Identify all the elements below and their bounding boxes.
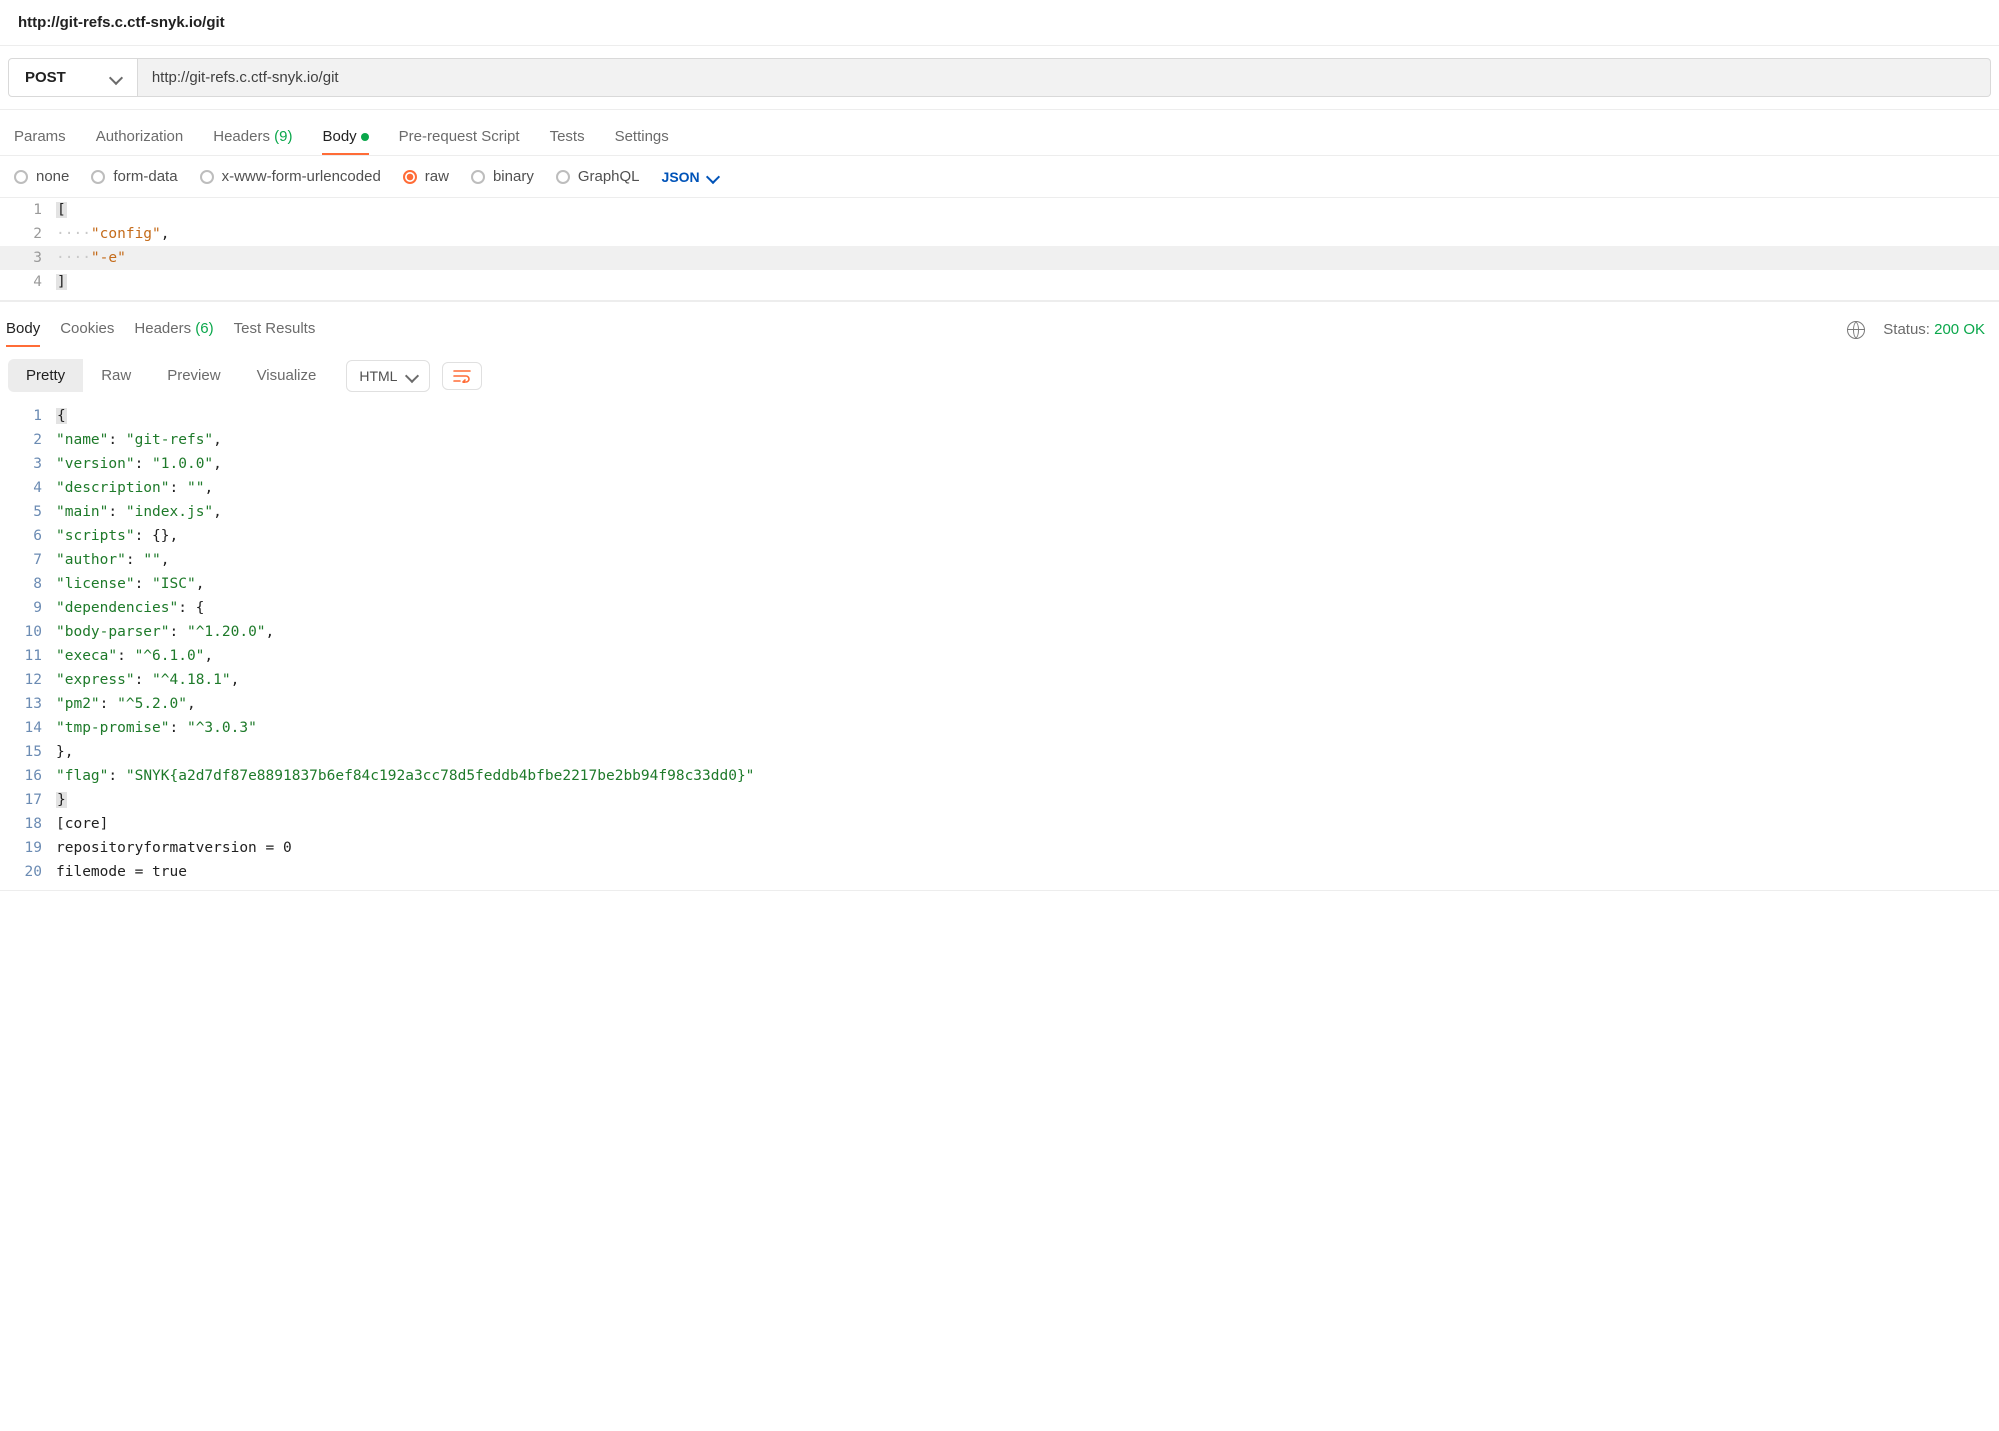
chevron-down-icon bbox=[706, 169, 720, 183]
bodytype-label: none bbox=[36, 168, 69, 185]
resp-headers-count: (6) bbox=[195, 320, 213, 337]
method-select[interactable]: POST bbox=[8, 58, 138, 97]
tab-headers-label: Headers bbox=[213, 128, 274, 145]
resp-tab-cookies[interactable]: Cookies bbox=[60, 312, 114, 347]
view-mode-segment: Pretty Raw Preview Visualize bbox=[8, 359, 334, 392]
body-type-row: none form-data x-www-form-urlencoded raw… bbox=[0, 156, 1999, 198]
radio-icon bbox=[403, 170, 417, 184]
tab-authorization[interactable]: Authorization bbox=[96, 120, 184, 155]
response-status: Status: 200 OK bbox=[1883, 321, 1985, 338]
response-meta: Status: 200 OK bbox=[1847, 321, 1985, 339]
bodytype-label: GraphQL bbox=[578, 168, 640, 185]
raw-language-select[interactable]: JSON bbox=[662, 169, 718, 185]
resp-tab-headers[interactable]: Headers (6) bbox=[134, 312, 213, 347]
resp-tab-test-results[interactable]: Test Results bbox=[234, 312, 316, 347]
radio-icon bbox=[91, 170, 105, 184]
body-dirty-indicator-icon bbox=[361, 133, 369, 141]
view-preview-button[interactable]: Preview bbox=[149, 359, 238, 392]
wrap-lines-button[interactable] bbox=[442, 362, 482, 390]
tab-body-label: Body bbox=[322, 128, 356, 145]
chevron-down-icon bbox=[405, 368, 419, 382]
view-visualize-button[interactable]: Visualize bbox=[239, 359, 335, 392]
bodytype-label: raw bbox=[425, 168, 449, 185]
bodytype-form-data[interactable]: form-data bbox=[91, 168, 177, 185]
bodytype-graphql[interactable]: GraphQL bbox=[556, 168, 640, 185]
status-label: Status: bbox=[1883, 321, 1934, 338]
chevron-down-icon bbox=[109, 70, 123, 84]
bodytype-binary[interactable]: binary bbox=[471, 168, 534, 185]
bodytype-label: x-www-form-urlencoded bbox=[222, 168, 381, 185]
response-tabs: Body Cookies Headers (6) Test Results bbox=[6, 312, 315, 347]
response-header: Body Cookies Headers (6) Test Results St… bbox=[0, 301, 1999, 347]
view-raw-button[interactable]: Raw bbox=[83, 359, 149, 392]
wrap-icon bbox=[453, 369, 471, 383]
bodytype-label: form-data bbox=[113, 168, 177, 185]
response-view-toolbar: Pretty Raw Preview Visualize HTML bbox=[0, 347, 1999, 404]
tab-body[interactable]: Body bbox=[322, 120, 368, 155]
response-body-viewer[interactable]: 1{2"name": "git-refs",3"version": "1.0.0… bbox=[0, 404, 1999, 891]
bodytype-x-www[interactable]: x-www-form-urlencoded bbox=[200, 168, 381, 185]
status-value: 200 OK bbox=[1934, 321, 1985, 338]
tab-headers-count: (9) bbox=[274, 128, 292, 145]
radio-icon bbox=[556, 170, 570, 184]
tab-params[interactable]: Params bbox=[14, 120, 66, 155]
method-label: POST bbox=[25, 69, 66, 86]
tab-settings[interactable]: Settings bbox=[615, 120, 669, 155]
tab-headers[interactable]: Headers (9) bbox=[213, 120, 292, 155]
bodytype-raw[interactable]: raw bbox=[403, 168, 449, 185]
url-input[interactable] bbox=[138, 58, 1991, 97]
resp-headers-label: Headers bbox=[134, 320, 195, 337]
resp-tab-body[interactable]: Body bbox=[6, 312, 40, 347]
radio-icon bbox=[471, 170, 485, 184]
radio-icon bbox=[14, 170, 28, 184]
response-format-select[interactable]: HTML bbox=[346, 360, 430, 392]
tab-tests[interactable]: Tests bbox=[550, 120, 585, 155]
bodytype-none[interactable]: none bbox=[14, 168, 69, 185]
request-body-editor[interactable]: 1[2····"config",3····"-e"4] bbox=[0, 198, 1999, 301]
format-label: HTML bbox=[359, 368, 397, 384]
request-bar: POST bbox=[0, 46, 1999, 110]
radio-icon bbox=[200, 170, 214, 184]
tab-prerequest[interactable]: Pre-request Script bbox=[399, 120, 520, 155]
view-pretty-button[interactable]: Pretty bbox=[8, 359, 83, 392]
tab-title: http://git-refs.c.ctf-snyk.io/git bbox=[0, 0, 1999, 46]
globe-icon[interactable] bbox=[1847, 321, 1865, 339]
request-tabs: Params Authorization Headers (9) Body Pr… bbox=[0, 110, 1999, 156]
bodytype-label: binary bbox=[493, 168, 534, 185]
lang-label: JSON bbox=[662, 169, 700, 185]
